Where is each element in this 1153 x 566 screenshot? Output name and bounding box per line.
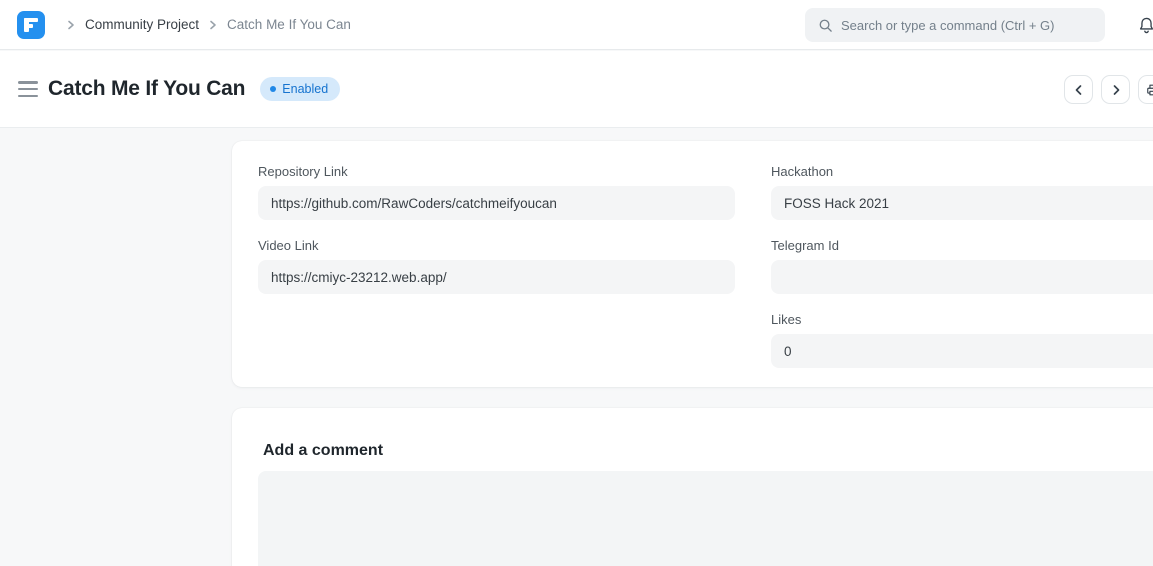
sidebar-toggle-button[interactable]	[18, 81, 38, 97]
field-hackathon: Hackathon	[771, 164, 1153, 220]
frappe-logo-icon[interactable]	[17, 11, 45, 39]
comment-input[interactable]	[258, 471, 1153, 566]
chevron-right-icon	[199, 20, 227, 30]
page-title: Catch Me If You Can	[48, 77, 245, 101]
next-document-button[interactable]	[1101, 75, 1130, 104]
telegram-id-input[interactable]	[771, 260, 1153, 294]
global-search-bar[interactable]	[805, 8, 1105, 42]
hackathon-input[interactable]	[771, 186, 1153, 220]
field-repository-link: Repository Link	[258, 164, 735, 220]
top-navbar: Community Project Catch Me If You Can	[0, 0, 1153, 50]
chevron-right-icon	[57, 20, 85, 30]
field-label: Hackathon	[771, 164, 1153, 179]
form-page-body: Repository Link Video Link Hackathon Tel	[0, 128, 1153, 566]
field-label: Repository Link	[258, 164, 735, 179]
field-telegram-id: Telegram Id	[771, 238, 1153, 294]
previous-document-button[interactable]	[1064, 75, 1093, 104]
form-section-card: Repository Link Video Link Hackathon Tel	[232, 141, 1153, 387]
chevron-right-icon	[1110, 84, 1122, 96]
field-label: Telegram Id	[771, 238, 1153, 253]
printer-icon	[1146, 83, 1153, 97]
status-badge: Enabled	[260, 77, 340, 101]
print-button[interactable]	[1138, 75, 1153, 104]
status-badge-label: Enabled	[282, 82, 328, 96]
header-actions	[1064, 75, 1153, 104]
breadcrumb: Community Project Catch Me If You Can	[57, 17, 351, 32]
add-comment-heading: Add a comment	[258, 442, 1153, 460]
breadcrumb-item-current: Catch Me If You Can	[227, 17, 351, 32]
status-dot-icon	[270, 86, 276, 92]
page-header: Catch Me If You Can Enabled	[0, 51, 1153, 128]
field-likes: Likes	[771, 312, 1153, 368]
menu-icon	[18, 81, 38, 84]
field-label: Video Link	[258, 238, 735, 253]
form-column-left: Repository Link Video Link	[258, 164, 735, 294]
breadcrumb-item-community-project[interactable]: Community Project	[85, 17, 199, 32]
likes-input[interactable]	[771, 334, 1153, 368]
app-viewport: Community Project Catch Me If You Can Ca…	[0, 0, 1153, 566]
search-icon	[818, 18, 833, 33]
form-column-right: Hackathon Telegram Id Likes	[771, 164, 1153, 368]
field-label: Likes	[771, 312, 1153, 327]
chevron-left-icon	[1073, 84, 1085, 96]
repository-link-input[interactable]	[258, 186, 735, 220]
notifications-button[interactable]	[1132, 11, 1153, 39]
field-video-link: Video Link	[258, 238, 735, 294]
bell-icon	[1137, 16, 1153, 35]
search-input[interactable]	[841, 18, 1096, 33]
comments-section-card: Add a comment	[232, 408, 1153, 566]
video-link-input[interactable]	[258, 260, 735, 294]
